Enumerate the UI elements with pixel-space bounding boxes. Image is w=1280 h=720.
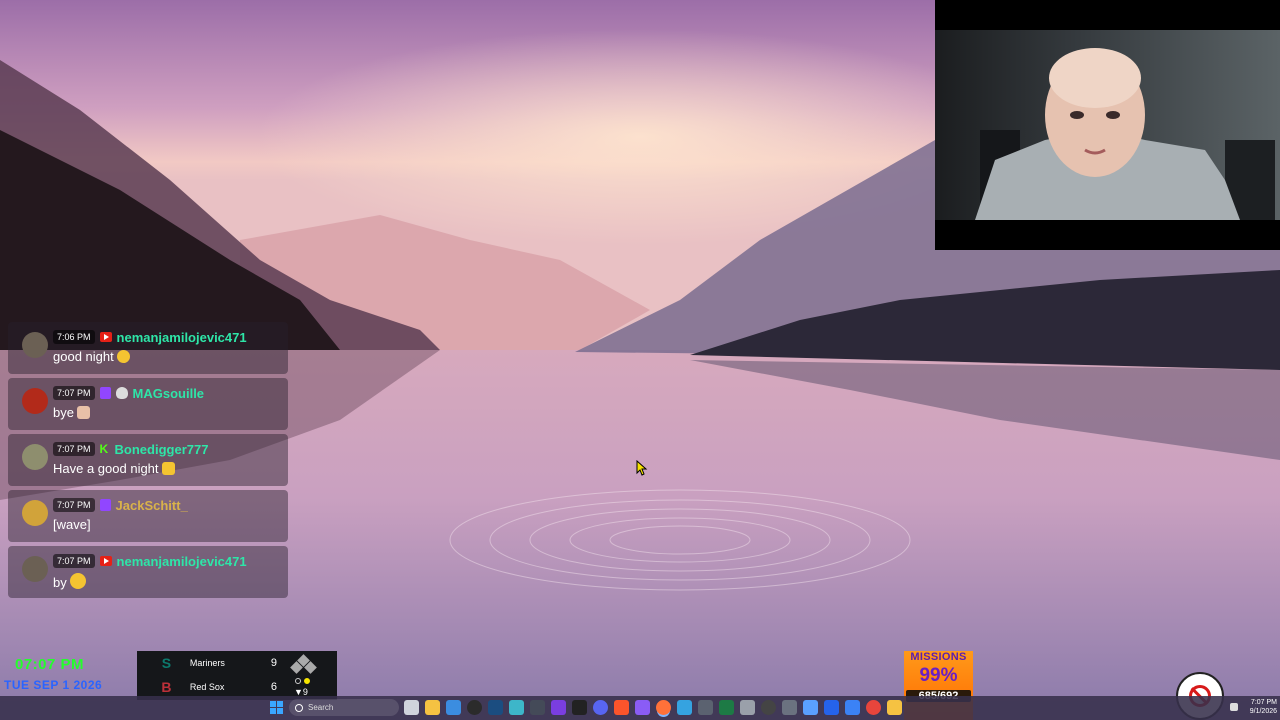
calculator-icon[interactable] — [698, 700, 713, 715]
avatar — [22, 388, 48, 414]
team-row: B Red Sox 6 — [137, 677, 277, 697]
mariners-logo-icon: S — [161, 655, 172, 671]
discord-icon[interactable] — [593, 700, 608, 715]
media-icon[interactable] — [530, 700, 545, 715]
photos-icon[interactable] — [824, 700, 839, 715]
app-icon-3[interactable] — [803, 700, 818, 715]
chat-username: JackSchitt_ — [115, 497, 188, 513]
outs-indicator — [295, 678, 310, 684]
search-placeholder: Search — [308, 703, 334, 712]
chat-message: 7:07 PM K Bonedigger777 Have a good nigh… — [8, 434, 288, 486]
chat-timestamp: 7:07 PM — [53, 498, 95, 512]
chat-timestamp: 7:06 PM — [53, 330, 95, 344]
tray-clock[interactable]: 7:07 PM 9/1/2026 — [1243, 698, 1277, 716]
twitch-icon — [99, 499, 111, 511]
chat-message: 7:07 PM JackSchitt_ [wave] — [8, 490, 288, 542]
app-icon[interactable] — [635, 700, 650, 715]
team-score: 6 — [270, 681, 278, 693]
smile-emoji-icon — [69, 573, 86, 589]
missions-percent: 99% — [919, 665, 958, 686]
tray-time: 7:07 PM — [1250, 699, 1277, 706]
store-icon[interactable] — [446, 700, 461, 715]
task-view-icon[interactable] — [404, 700, 419, 715]
red-sox-logo-icon: B — [161, 679, 172, 695]
stream-clock-date: TUE SEP 1 2026 — [4, 678, 103, 692]
taskbar-search[interactable]: Search — [289, 699, 399, 716]
chat-timestamp: 7:07 PM — [53, 554, 95, 568]
avatar — [22, 500, 48, 526]
avatar — [22, 556, 48, 582]
wave-hand-emoji-icon — [161, 462, 175, 475]
webcam-feed — [935, 30, 1280, 220]
paint-icon[interactable] — [572, 700, 587, 715]
chat-username: MAGsouille — [132, 385, 205, 401]
baseball-scoreboard: S Mariners 9 B Red Sox 6 ▼9 — [137, 651, 337, 700]
chat-overlay: 7:06 PM nemanjamilojevic471 good night 7… — [8, 322, 290, 602]
chat-message: 7:07 PM nemanjamilojevic471 by — [8, 546, 288, 598]
stream-clock-time: 07:07 PM — [15, 656, 85, 673]
excel-icon[interactable] — [719, 700, 734, 715]
chrome-icon[interactable] — [866, 700, 881, 715]
kick-icon: K — [99, 442, 109, 456]
chat-message: 7:06 PM nemanjamilojevic471 good night — [8, 322, 288, 374]
chat-timestamp: 7:07 PM — [53, 386, 95, 400]
praying-hands-emoji-icon — [76, 406, 90, 419]
brave-icon[interactable] — [614, 700, 629, 715]
skull-badge-icon — [115, 387, 128, 399]
chat-message: 7:07 PM MAGsouille bye — [8, 378, 288, 430]
chat-text: Have a good night — [53, 461, 159, 476]
chat-username: nemanjamilojevic471 — [116, 329, 247, 345]
emoji-icon — [116, 350, 130, 363]
tray-date: 9/1/2026 — [1249, 708, 1277, 715]
team-score: 9 — [270, 657, 278, 669]
team-name: Mariners — [189, 658, 225, 668]
folder-icon[interactable] — [887, 700, 902, 715]
network-icon[interactable] — [1230, 703, 1238, 711]
file-explorer-icon[interactable] — [425, 700, 440, 715]
usb-icon[interactable] — [740, 700, 755, 715]
bases-diamond-icon — [289, 654, 319, 677]
windows-start-icon[interactable] — [270, 701, 283, 714]
webcam-overlay — [935, 0, 1280, 250]
firefox-icon[interactable] — [656, 700, 671, 715]
team-row: S Mariners 9 — [137, 653, 277, 673]
obs-icon[interactable] — [467, 700, 482, 715]
chat-username: nemanjamilojevic471 — [116, 553, 247, 569]
settings-icon[interactable] — [761, 700, 776, 715]
avatar — [22, 332, 48, 358]
app-icon-2[interactable] — [782, 700, 797, 715]
chat-text: by — [53, 575, 67, 590]
mouse-cursor-icon — [636, 460, 648, 476]
notepad-icon[interactable] — [677, 700, 692, 715]
youtube-icon — [99, 332, 112, 342]
chat-timestamp: 7:07 PM — [53, 442, 95, 456]
chat-text: bye — [53, 405, 74, 420]
capture-icon[interactable] — [509, 700, 524, 715]
chat-text: good night — [53, 349, 114, 364]
twitch-icon — [99, 387, 111, 399]
chat-text: [wave] — [53, 517, 91, 532]
taskbar-pinned-apps — [404, 700, 902, 715]
avatar — [22, 444, 48, 470]
grid-icon[interactable] — [845, 700, 860, 715]
youtube-icon — [99, 556, 112, 566]
taskbar: Search 7:07 PM 9/1/2026 — [0, 696, 1280, 720]
chat-username: Bonedigger777 — [114, 441, 209, 457]
search-icon — [295, 703, 303, 712]
steam-icon[interactable] — [488, 700, 503, 715]
team-name: Red Sox — [189, 682, 225, 692]
missions-title: MISSIONS — [910, 651, 967, 663]
terminal-icon[interactable] — [551, 700, 566, 715]
